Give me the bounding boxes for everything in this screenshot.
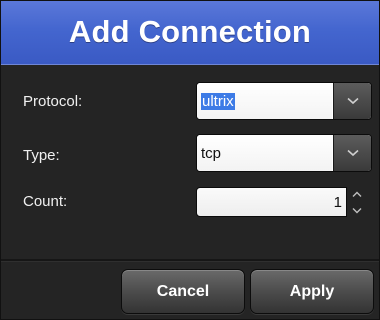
count-decrement-button[interactable] [348,203,366,217]
count-value: 1 [333,193,342,211]
type-value-area[interactable]: tcp [197,135,332,171]
chevron-down-icon [346,97,359,105]
chevron-up-icon [352,191,362,197]
apply-button[interactable]: Apply [250,269,374,314]
dialog-title-bar: Add Connection [1,1,379,65]
type-label: Type: [23,147,60,164]
protocol-value: ultrix [201,92,235,110]
count-field[interactable]: 1 [196,187,347,217]
chevron-down-icon [352,207,362,213]
type-select[interactable]: tcp [196,134,372,172]
protocol-label: Protocol: [23,93,83,110]
protocol-select[interactable]: ultrix [196,82,372,120]
cancel-button[interactable]: Cancel [121,269,245,314]
dialog-title: Add Connection [68,13,312,49]
protocol-dropdown-button[interactable] [333,83,371,119]
chevron-down-icon [346,149,359,157]
count-increment-button[interactable] [348,187,366,201]
type-value: tcp [201,144,222,162]
protocol-value-area[interactable]: ultrix [197,83,332,119]
count-label: Count: [23,193,68,210]
button-bar-divider [1,259,379,262]
type-dropdown-button[interactable] [333,135,371,171]
add-connection-dialog: Add Connection Protocol: ultrix Type: tc… [0,0,380,320]
count-stepper-arrows [348,187,366,217]
count-stepper[interactable]: 1 [196,187,372,217]
